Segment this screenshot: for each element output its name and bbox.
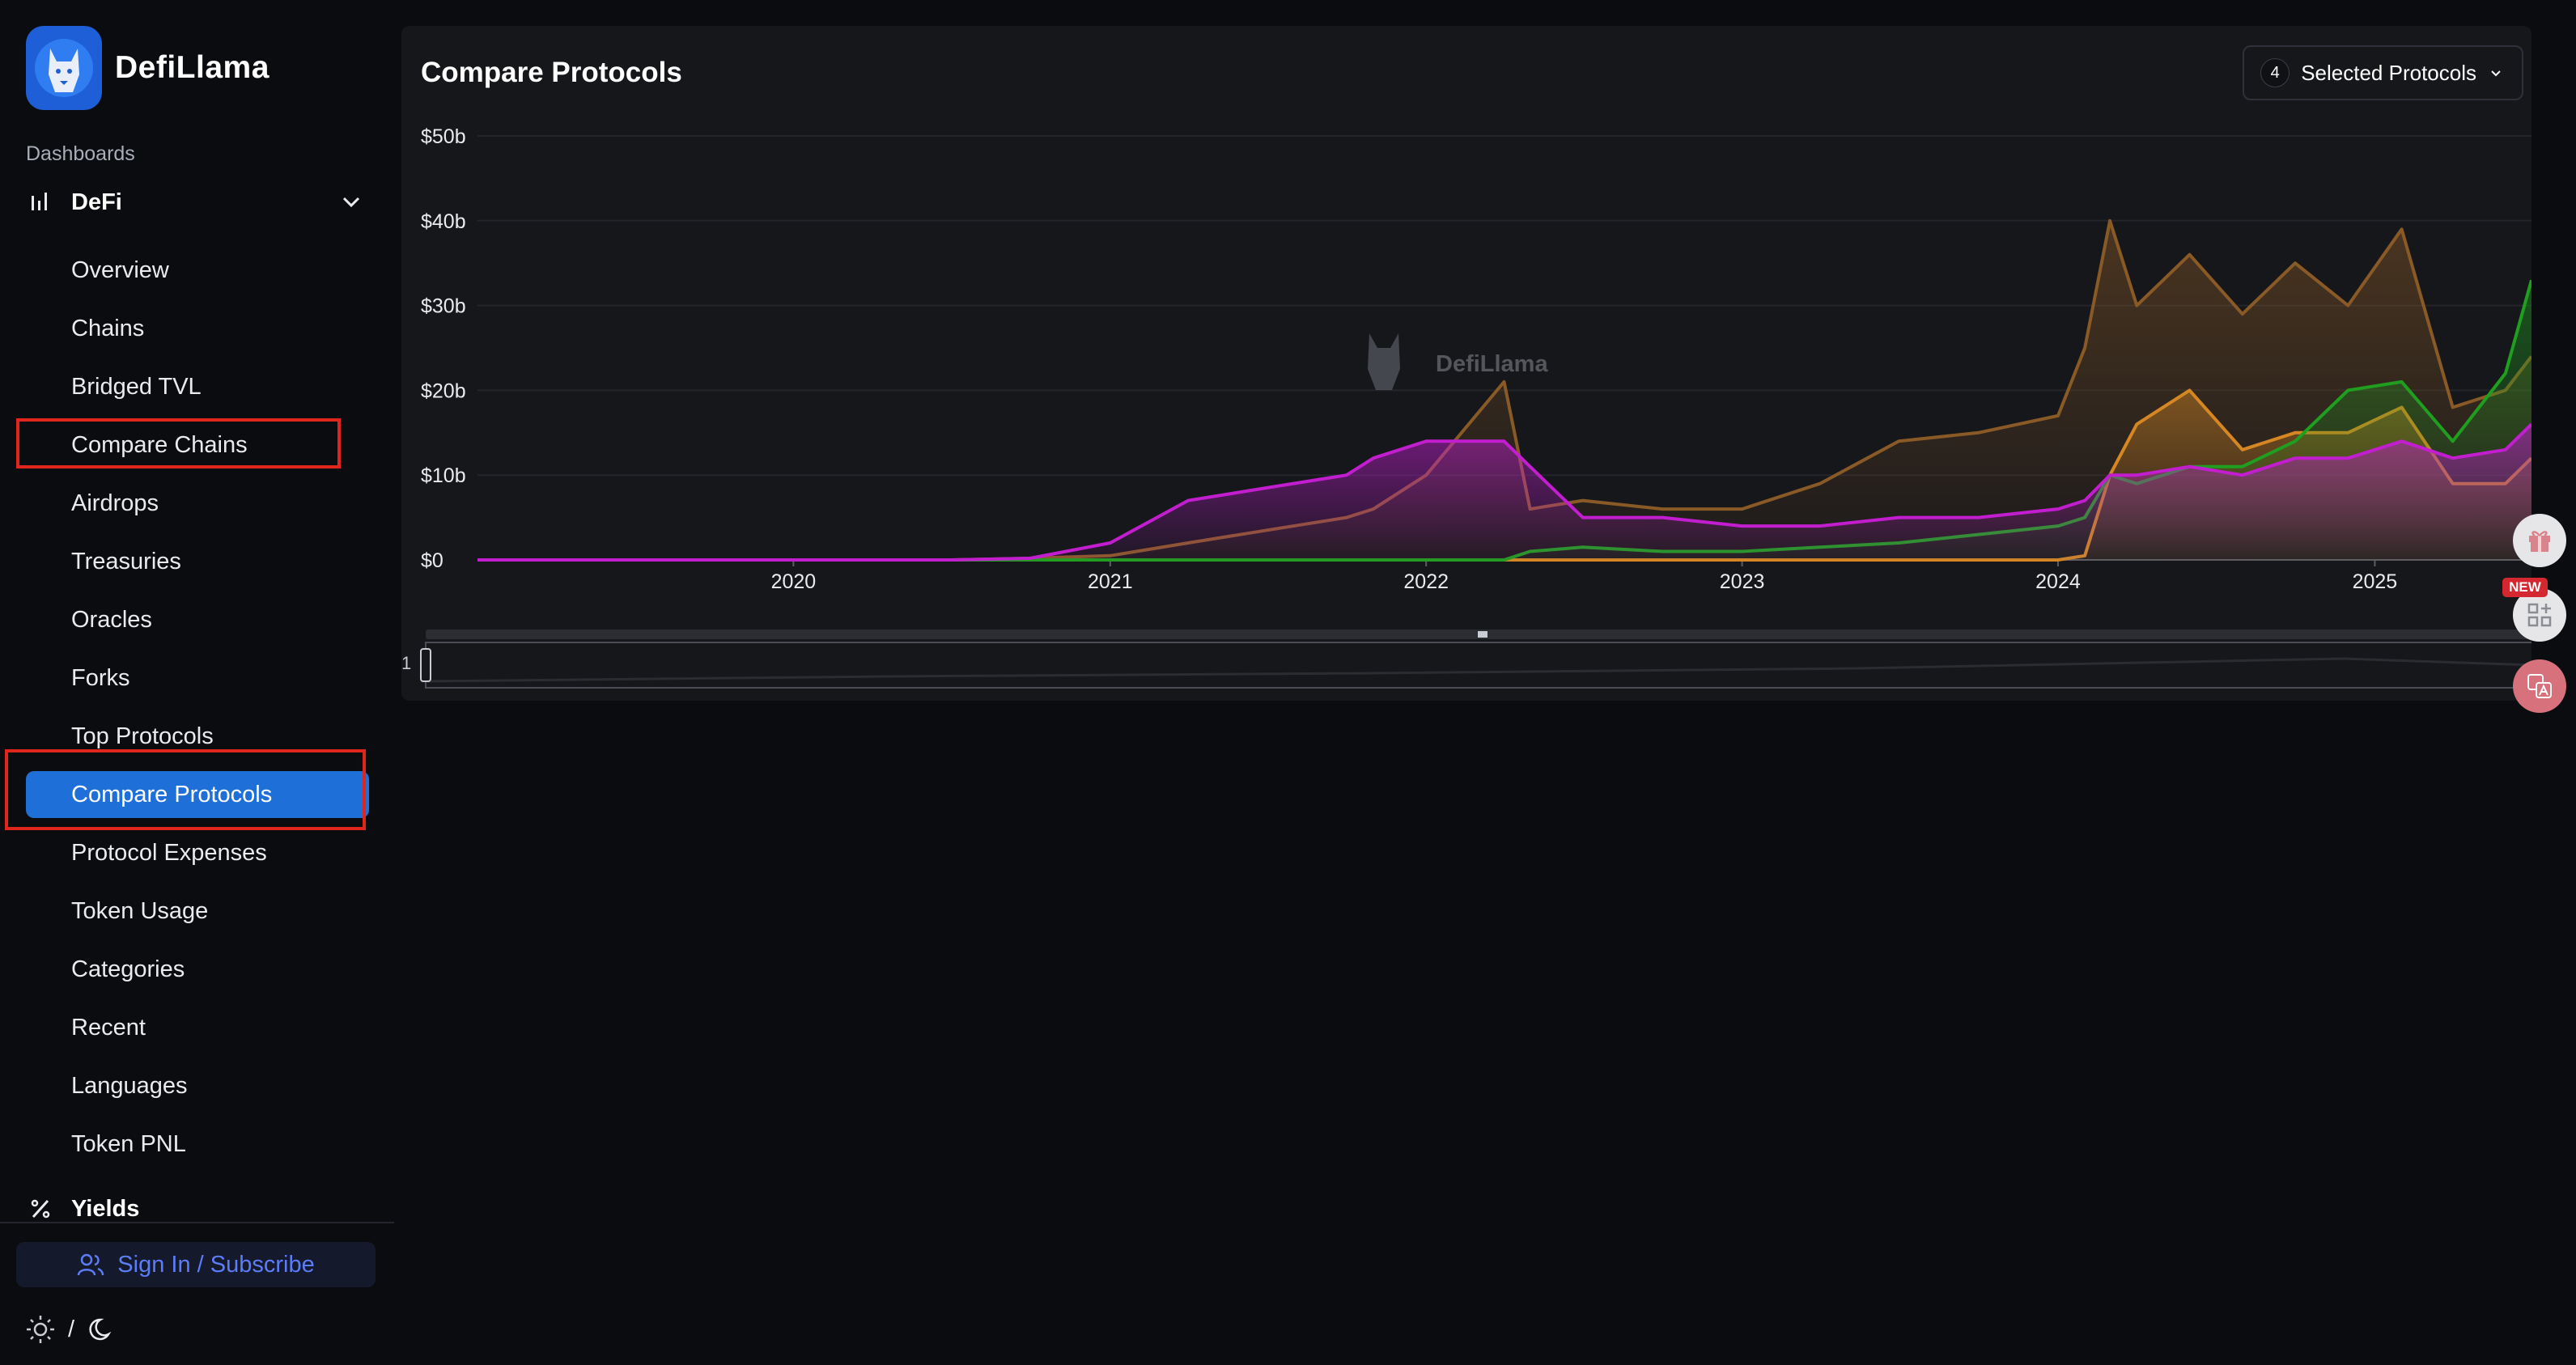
watermark-text: DefiLlama <box>1436 351 1548 377</box>
brand[interactable]: DefiLlama <box>26 26 269 110</box>
sidebar-item-protocol-expenses[interactable]: Protocol Expenses <box>26 829 369 876</box>
range-slider[interactable]: 1 <box>401 630 2531 689</box>
gift-button[interactable] <box>2513 514 2566 567</box>
section-label-dashboards: Dashboards <box>26 142 135 165</box>
gift-icon <box>2529 531 2550 552</box>
llama-watermark-icon <box>1368 333 1400 390</box>
slider-label: 1 <box>401 653 411 673</box>
llama-logo-icon <box>26 26 102 110</box>
sidebar-item-token-pnl[interactable]: Token PNL <box>26 1121 369 1168</box>
tvl-chart[interactable]: $0$10b$20b$30b$40b$50b 2020 2021 2022 2023 2… <box>401 26 2531 701</box>
translate-button[interactable] <box>2513 659 2566 713</box>
chevron-down-icon[interactable] <box>337 188 366 217</box>
slider-grip[interactable] <box>1478 631 1487 638</box>
bar-chart-icon <box>32 193 47 210</box>
x-tick-label: 2020 <box>771 570 817 593</box>
y-tick-label: $50b <box>421 125 466 148</box>
users-icon <box>78 1253 104 1276</box>
y-tick-label: $30b <box>421 295 466 318</box>
moon-icon[interactable] <box>86 1313 118 1346</box>
x-axis: 2020 2021 2022 2023 2024 2025 <box>771 560 2398 593</box>
sidebar-item-oracles[interactable]: Oracles <box>26 596 369 643</box>
apps-grid-icon <box>2527 603 2552 627</box>
theme-separator: / <box>68 1316 75 1342</box>
sidebar: DefiLlama Dashboards DeFi Overview Chain… <box>0 0 394 1365</box>
sign-in-button[interactable]: Sign In / Subscribe <box>16 1242 376 1287</box>
theme-toggle: / <box>24 1313 118 1346</box>
x-tick-label: 2021 <box>1088 570 1133 593</box>
x-tick-label: 2022 <box>1403 570 1449 593</box>
sidebar-divider <box>0 1222 394 1223</box>
sidebar-group-label: Yields <box>71 1195 140 1222</box>
chart-panel: Compare Protocols 4 Selected Protocols $… <box>401 26 2531 701</box>
y-tick-label: $40b <box>421 210 466 233</box>
highlight-box-compare-chains <box>16 418 341 468</box>
brand-name: DefiLlama <box>115 50 269 85</box>
sun-icon[interactable] <box>24 1313 57 1346</box>
x-tick-label: 2023 <box>1720 570 1765 593</box>
slider-window[interactable] <box>425 642 2531 689</box>
sidebar-item-overview[interactable]: Overview <box>26 247 369 294</box>
sidebar-item-forks[interactable]: Forks <box>26 655 369 702</box>
translate-icon <box>2527 674 2552 698</box>
sidebar-item-categories[interactable]: Categories <box>26 946 369 993</box>
sidebar-item-token-usage[interactable]: Token Usage <box>26 888 369 935</box>
y-tick-label: $20b <box>421 379 466 402</box>
slider-handle-left[interactable] <box>420 648 431 682</box>
sidebar-group-label: DeFi <box>71 189 122 215</box>
x-tick-label: 2024 <box>2035 570 2081 593</box>
new-badge: NEW <box>2502 578 2548 597</box>
sidebar-item-chains[interactable]: Chains <box>26 305 369 352</box>
sidebar-group-defi[interactable]: DeFi <box>26 183 366 222</box>
y-tick-label: $10b <box>421 464 466 487</box>
highlight-box-compare-protocols <box>5 749 366 830</box>
sidebar-item-airdrops[interactable]: Airdrops <box>26 480 369 527</box>
sign-in-label: Sign In / Subscribe <box>117 1251 315 1278</box>
sidebar-item-recent[interactable]: Recent <box>26 1004 369 1051</box>
sidebar-item-bridged-tvl[interactable]: Bridged TVL <box>26 363 369 410</box>
watermark: DefiLlama <box>1368 333 1548 390</box>
y-tick-label: $0 <box>421 549 443 572</box>
sidebar-item-languages[interactable]: Languages <box>26 1062 369 1109</box>
slider-mini-chart <box>425 657 2531 683</box>
y-axis: $0 $10b $20b $30b $40b $50b <box>421 125 466 572</box>
sidebar-item-treasuries[interactable]: Treasuries <box>26 538 369 585</box>
percent-icon <box>31 1199 50 1219</box>
x-tick-label: 2025 <box>2353 570 2398 593</box>
